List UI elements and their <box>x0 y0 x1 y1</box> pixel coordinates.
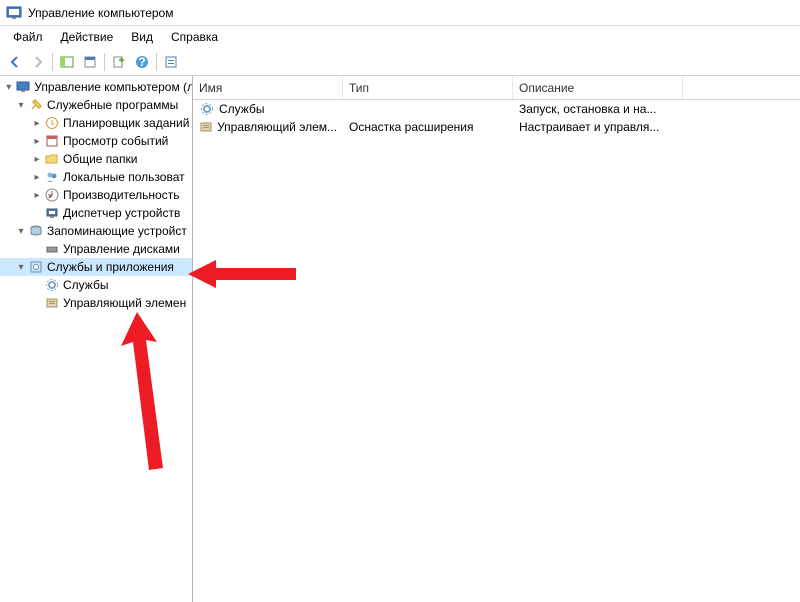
services-gear-icon <box>199 101 215 117</box>
tree-device-manager[interactable]: Диспетчер устройств <box>0 204 192 222</box>
menu-action[interactable]: Действие <box>52 28 123 46</box>
toolbar-separator <box>52 53 53 71</box>
app-icon <box>6 5 22 21</box>
content: ▾ Управление компьютером (л ▾ Служебные … <box>0 76 800 602</box>
tree-pane[interactable]: ▾ Управление компьютером (л ▾ Служебные … <box>0 76 193 602</box>
menu-file[interactable]: Файл <box>4 28 52 46</box>
tree-label: Управление дисками <box>63 242 182 256</box>
services-apps-icon <box>28 259 44 275</box>
tree-services[interactable]: Службы <box>0 276 192 294</box>
tree-services-and-apps[interactable]: ▾ Службы и приложения <box>0 258 192 276</box>
tree-label: Общие папки <box>63 152 139 166</box>
tree-label: Служебные программы <box>47 98 180 112</box>
disk-icon <box>44 241 60 257</box>
tree-label: Производительность <box>63 188 181 202</box>
tree-label: Просмотр событий <box>63 134 170 148</box>
toolbar: ? <box>0 48 800 76</box>
export-button[interactable] <box>108 51 130 73</box>
expander-icon[interactable]: ▾ <box>14 98 28 112</box>
expander-icon[interactable]: ▸ <box>30 152 44 166</box>
tree-performance[interactable]: ▸ Производительность <box>0 186 192 204</box>
cell-text: Управляющий элем... <box>217 120 337 134</box>
list-pane: Имя Тип Описание Службы Запуск, остановк… <box>193 76 800 602</box>
event-viewer-icon <box>44 133 60 149</box>
performance-icon <box>44 187 60 203</box>
wmi-icon <box>44 295 60 311</box>
tree-system-tools[interactable]: ▾ Служебные программы <box>0 96 192 114</box>
wmi-icon <box>199 119 213 135</box>
tree-disk-management[interactable]: Управление дисками <box>0 240 192 258</box>
list-header: Имя Тип Описание <box>193 76 800 100</box>
tree-wmi-control[interactable]: Управляющий элемен <box>0 294 192 312</box>
column-header-name[interactable]: Имя <box>193 76 343 99</box>
tree-label: Управление компьютером (л <box>34 80 192 94</box>
toolbar-separator <box>156 53 157 71</box>
window-title: Управление компьютером <box>28 6 173 20</box>
cell-description: Настраивает и управля... <box>513 120 683 134</box>
action-button[interactable] <box>160 51 182 73</box>
column-header-type[interactable]: Тип <box>343 76 513 99</box>
tree-label: Службы <box>63 278 110 292</box>
expander-icon[interactable]: ▾ <box>14 224 28 238</box>
svg-text:?: ? <box>138 55 145 69</box>
tree-task-scheduler[interactable]: ▸ Планировщик заданий <box>0 114 192 132</box>
toolbar-separator <box>104 53 105 71</box>
menu-help[interactable]: Справка <box>162 28 227 46</box>
clock-icon <box>44 115 60 131</box>
expander-icon[interactable]: ▸ <box>30 116 44 130</box>
computer-mgmt-icon <box>16 79 32 95</box>
tree-shared-folders[interactable]: ▸ Общие папки <box>0 150 192 168</box>
expander-icon[interactable]: ▾ <box>14 260 28 274</box>
column-header-description[interactable]: Описание <box>513 76 683 99</box>
tree-label: Локальные пользоват <box>63 170 187 184</box>
titlebar: Управление компьютером <box>0 0 800 26</box>
cell-name: Службы <box>193 101 343 117</box>
expander-icon[interactable]: ▸ <box>30 188 44 202</box>
list-body: Службы Запуск, остановка и на... Управля… <box>193 100 800 602</box>
help-button[interactable]: ? <box>131 51 153 73</box>
expander-icon[interactable]: ▾ <box>2 80 16 94</box>
back-button[interactable] <box>4 51 26 73</box>
menu-view[interactable]: Вид <box>122 28 162 46</box>
tools-icon <box>28 97 44 113</box>
shared-folder-icon <box>44 151 60 167</box>
list-row[interactable]: Управляющий элем... Оснастка расширения … <box>193 118 800 136</box>
tree-storage[interactable]: ▾ Запоминающие устройст <box>0 222 192 240</box>
tree-label: Запоминающие устройст <box>47 224 189 238</box>
tree-root[interactable]: ▾ Управление компьютером (л <box>0 78 192 96</box>
cell-description: Запуск, остановка и на... <box>513 102 683 116</box>
services-gear-icon <box>44 277 60 293</box>
tree-label: Управляющий элемен <box>63 296 188 310</box>
cell-text: Службы <box>219 102 264 116</box>
list-row[interactable]: Службы Запуск, остановка и на... <box>193 100 800 118</box>
tree-label: Планировщик заданий <box>63 116 191 130</box>
forward-button[interactable] <box>27 51 49 73</box>
device-manager-icon <box>44 205 60 221</box>
menubar: Файл Действие Вид Справка <box>0 26 800 48</box>
properties-button[interactable] <box>79 51 101 73</box>
expander-icon[interactable]: ▸ <box>30 134 44 148</box>
cell-type: Оснастка расширения <box>343 120 513 134</box>
storage-icon <box>28 223 44 239</box>
expander-icon[interactable]: ▸ <box>30 170 44 184</box>
tree-event-viewer[interactable]: ▸ Просмотр событий <box>0 132 192 150</box>
tree-label: Службы и приложения <box>47 260 176 274</box>
users-icon <box>44 169 60 185</box>
tree-label: Диспетчер устройств <box>63 206 182 220</box>
cell-name: Управляющий элем... <box>193 119 343 135</box>
tree-local-users[interactable]: ▸ Локальные пользоват <box>0 168 192 186</box>
show-hide-tree-button[interactable] <box>56 51 78 73</box>
